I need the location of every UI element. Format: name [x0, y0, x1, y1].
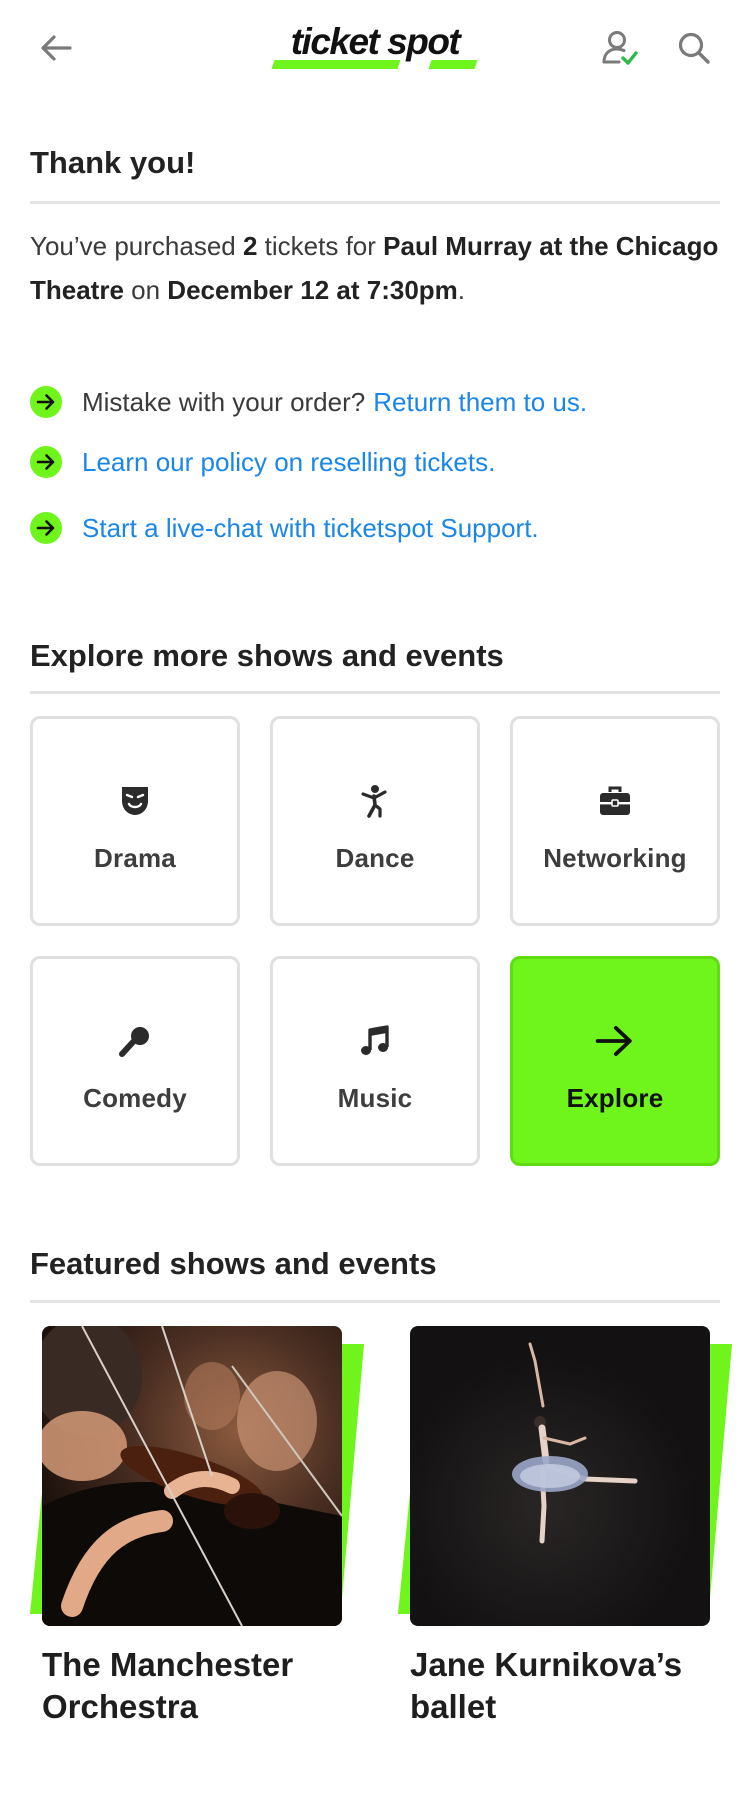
help-row-policy: Learn our policy on reselling tickets. [30, 445, 495, 479]
app-header: ticket spot [0, 0, 750, 96]
category-label: Networking [543, 843, 687, 873]
featured-card-orchestra[interactable]: The Manchester Orchestra [24, 1326, 374, 1756]
featured-card-ballet[interactable]: Jane Kurnikova’s ballet [392, 1326, 742, 1756]
category-label: Music [337, 1083, 413, 1113]
explore-all-button[interactable]: Explore [510, 956, 720, 1166]
live-chat-link[interactable]: Start a live-chat with ticketspot Suppor… [82, 513, 539, 544]
category-networking[interactable]: Networking [510, 716, 720, 926]
divider [30, 201, 720, 204]
help-row-chat: Start a live-chat with ticketspot Suppor… [30, 511, 539, 545]
logo-text: ticket spot [290, 21, 461, 62]
category-label: Dance [335, 843, 415, 873]
arrow-right-icon [30, 446, 62, 478]
summary-text: on [123, 275, 168, 305]
microphone-icon [115, 1021, 155, 1061]
back-button[interactable] [34, 26, 78, 70]
theater-mask-icon [115, 781, 155, 821]
ticketspot-logo[interactable]: ticket spot [270, 20, 480, 76]
return-tickets-link[interactable]: Return them to us. [373, 387, 587, 418]
summary-text: tickets for [257, 231, 384, 261]
account-button[interactable] [598, 26, 642, 70]
category-dance[interactable]: Dance [270, 716, 480, 926]
explore-title: Explore more shows and events [30, 638, 504, 673]
category-label: Explore [566, 1083, 664, 1113]
featured-title-text: The Manchester Orchestra [42, 1646, 294, 1725]
event-date: December 12 at 7:30pm [167, 275, 458, 305]
confirmation-title: Thank you! [30, 145, 196, 180]
help-row-return: Mistake with your order? Return them to … [30, 385, 587, 419]
category-comedy[interactable]: Comedy [30, 956, 240, 1166]
ballet-dancer-photo [410, 1326, 710, 1626]
help-prefix: Mistake with your order? [82, 386, 366, 417]
orchestra-violinists-photo [42, 1326, 342, 1626]
purchase-summary: You’ve purchased 2 tickets for Paul Murr… [30, 224, 720, 312]
dancer-icon [355, 781, 395, 821]
arrow-right-icon [595, 1021, 635, 1061]
arrow-right-icon [30, 512, 62, 544]
user-check-icon [602, 31, 638, 65]
category-label: Comedy [83, 1083, 187, 1113]
divider [30, 691, 720, 694]
category-music[interactable]: Music [270, 956, 480, 1166]
category-drama[interactable]: Drama [30, 716, 240, 926]
reselling-policy-link[interactable]: Learn our policy on reselling tickets. [82, 447, 495, 478]
category-label: Drama [94, 843, 176, 873]
divider [30, 1300, 720, 1303]
summary-text: . [457, 275, 466, 305]
featured-title: Featured shows and events [30, 1246, 437, 1281]
search-button[interactable] [672, 26, 716, 70]
search-icon [678, 32, 710, 64]
ticket-count: 2 [242, 231, 258, 261]
music-note-icon [355, 1021, 395, 1061]
briefcase-icon [595, 781, 635, 821]
featured-title-text: Jane Kurnikova’s ballet [410, 1646, 683, 1725]
summary-text: You’ve purchased [30, 231, 243, 261]
arrow-right-icon [30, 386, 62, 418]
arrow-left-icon [41, 35, 72, 61]
